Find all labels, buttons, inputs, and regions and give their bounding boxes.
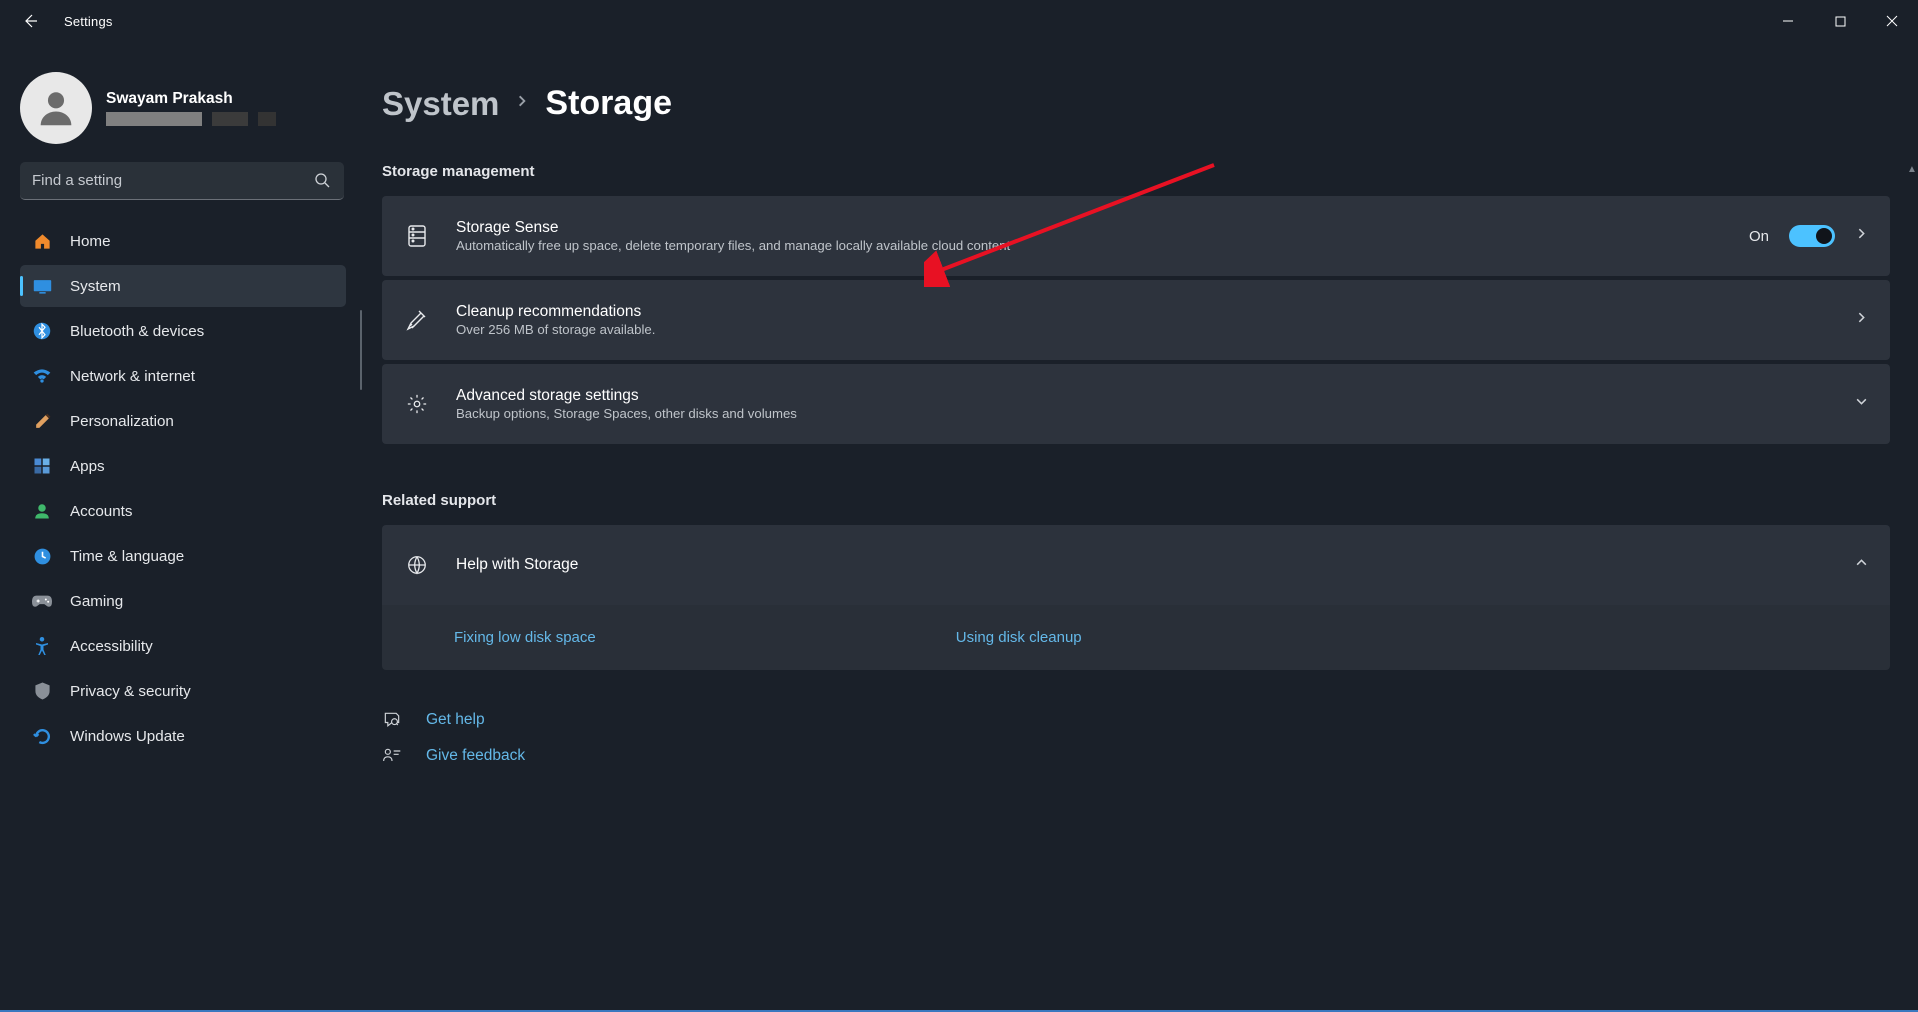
nav-item-personalization[interactable]: Personalization — [20, 400, 346, 442]
profile-block[interactable]: Swayam Prakash — [20, 70, 346, 162]
section-heading-related: Related support — [382, 492, 1890, 509]
gaming-icon — [32, 591, 52, 611]
section-heading-management: Storage management — [382, 163, 1890, 180]
card-sub: Backup options, Storage Spaces, other di… — [456, 406, 1829, 421]
nav-item-gaming[interactable]: Gaming — [20, 580, 346, 622]
card-title: Help with Storage — [456, 556, 1829, 574]
card-storage-sense[interactable]: Storage Sense Automatically free up spac… — [382, 196, 1890, 276]
nav-item-windows-update[interactable]: Windows Update — [20, 715, 346, 757]
search-icon[interactable] — [314, 172, 330, 193]
back-button[interactable] — [16, 7, 44, 35]
maximize-icon — [1835, 16, 1846, 27]
card-title: Storage Sense — [456, 219, 1723, 237]
main-content: System Storage Storage management Storag… — [360, 42, 1918, 1012]
wifi-icon — [32, 366, 52, 386]
card-advanced-storage[interactable]: Advanced storage settings Backup options… — [382, 364, 1890, 444]
card-title: Advanced storage settings — [456, 387, 1829, 405]
profile-email-redacted — [106, 112, 276, 126]
nav-label: Network & internet — [70, 368, 195, 385]
link-get-help[interactable]: Get help — [426, 711, 485, 729]
link-give-feedback[interactable]: Give feedback — [426, 747, 525, 765]
search-input[interactable] — [20, 162, 344, 200]
nav-item-network[interactable]: Network & internet — [20, 355, 346, 397]
chevron-right-icon — [1855, 227, 1868, 245]
person-icon — [33, 85, 79, 131]
accessibility-icon — [32, 636, 52, 656]
broom-icon — [404, 307, 430, 333]
nav-item-apps[interactable]: Apps — [20, 445, 346, 487]
system-icon — [32, 276, 52, 296]
globe-help-icon — [404, 552, 430, 578]
accounts-icon — [32, 501, 52, 521]
storage-sense-toggle[interactable] — [1789, 225, 1835, 247]
avatar — [20, 72, 92, 144]
brush-icon — [32, 411, 52, 431]
apps-icon — [32, 456, 52, 476]
search-box[interactable] — [20, 162, 344, 200]
bluetooth-icon — [32, 321, 52, 341]
nav-label: Bluetooth & devices — [70, 323, 204, 340]
update-icon — [32, 726, 52, 746]
chevron-right-icon — [515, 94, 529, 113]
nav-label: Apps — [70, 458, 105, 475]
breadcrumb-current: Storage — [545, 84, 672, 123]
card-sub: Automatically free up space, delete temp… — [456, 238, 1723, 253]
scroll-up-icon[interactable]: ▲ — [1906, 162, 1918, 176]
titlebar: Settings — [0, 0, 1918, 42]
nav-label: Accounts — [70, 503, 132, 520]
nav-list: Home System Bluetooth & devices Network … — [20, 220, 346, 757]
nav-label: Accessibility — [70, 638, 153, 655]
help-links-panel: Fixing low disk space Using disk cleanup — [382, 605, 1890, 670]
nav-label: Privacy & security — [70, 683, 191, 700]
sidebar: Swayam Prakash Home System Bluetooth & d… — [0, 42, 360, 1012]
main-scrollbar[interactable]: ▲ — [1906, 162, 1918, 1012]
profile-name: Swayam Prakash — [106, 90, 276, 108]
maximize-button[interactable] — [1814, 0, 1866, 42]
nav-item-accessibility[interactable]: Accessibility — [20, 625, 346, 667]
nav-item-home[interactable]: Home — [20, 220, 346, 262]
shield-icon — [32, 681, 52, 701]
breadcrumb: System Storage — [382, 84, 1890, 123]
nav-label: Personalization — [70, 413, 174, 430]
link-using-disk-cleanup[interactable]: Using disk cleanup — [956, 629, 1082, 646]
storage-icon — [404, 223, 430, 249]
close-button[interactable] — [1866, 0, 1918, 42]
link-fixing-low-disk-space[interactable]: Fixing low disk space — [454, 629, 596, 646]
nav-label: Gaming — [70, 593, 123, 610]
nav-item-time-language[interactable]: Time & language — [20, 535, 346, 577]
minimize-icon — [1782, 15, 1794, 27]
close-icon — [1886, 15, 1898, 27]
nav-item-accounts[interactable]: Accounts — [20, 490, 346, 532]
card-title: Cleanup recommendations — [456, 303, 1829, 321]
card-sub: Over 256 MB of storage available. — [456, 322, 1829, 337]
nav-label: Home — [70, 233, 111, 250]
minimize-button[interactable] — [1762, 0, 1814, 42]
breadcrumb-parent[interactable]: System — [382, 85, 499, 123]
nav-label: System — [70, 278, 121, 295]
nav-label: Windows Update — [70, 728, 185, 745]
chevron-right-icon — [1855, 311, 1868, 329]
arrow-left-icon — [22, 13, 38, 29]
chevron-up-icon — [1855, 556, 1868, 574]
toggle-label: On — [1749, 228, 1769, 245]
gear-icon — [404, 391, 430, 417]
chevron-down-icon — [1855, 395, 1868, 413]
nav-item-bluetooth[interactable]: Bluetooth & devices — [20, 310, 346, 352]
nav-item-system[interactable]: System — [20, 265, 346, 307]
card-cleanup-recommendations[interactable]: Cleanup recommendations Over 256 MB of s… — [382, 280, 1890, 360]
feedback-icon — [382, 746, 402, 766]
home-icon — [32, 231, 52, 251]
time-icon — [32, 546, 52, 566]
nav-label: Time & language — [70, 548, 184, 565]
card-help-with-storage[interactable]: Help with Storage — [382, 525, 1890, 605]
nav-item-privacy[interactable]: Privacy & security — [20, 670, 346, 712]
window-title: Settings — [64, 14, 113, 29]
footer-links: Get help Give feedback — [382, 710, 1890, 766]
help-icon — [382, 710, 402, 730]
